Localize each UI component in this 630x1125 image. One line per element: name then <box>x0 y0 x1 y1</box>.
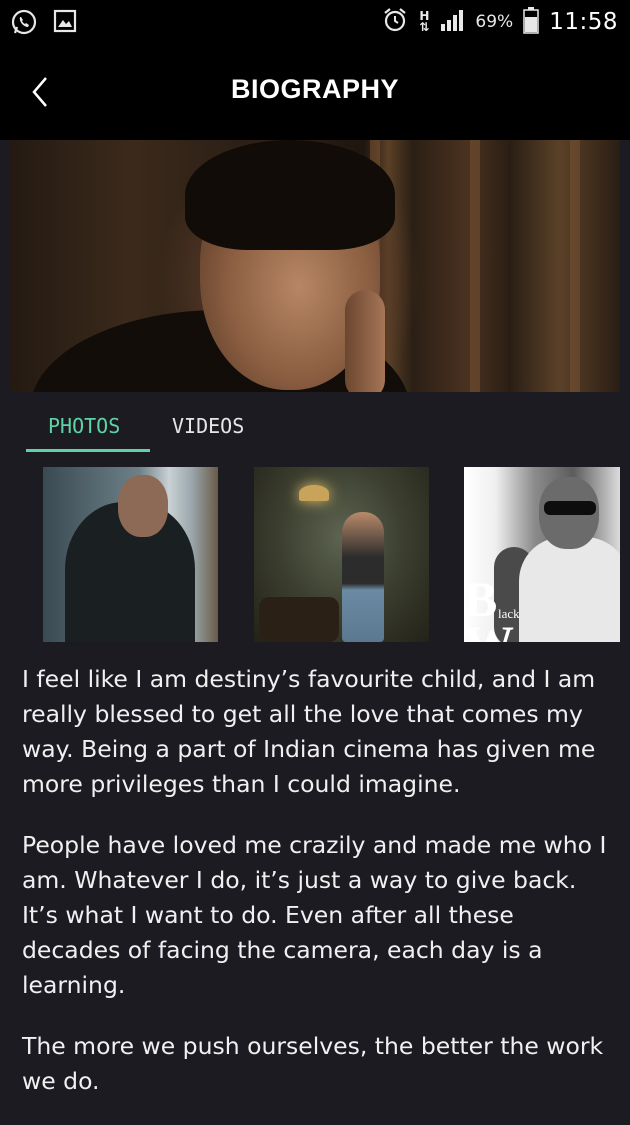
whatsapp-icon <box>10 8 38 40</box>
bio-paragraph: The more we push ourselves, the better t… <box>22 1032 604 1095</box>
active-tab-indicator <box>26 449 150 452</box>
alarm-icon <box>381 6 409 38</box>
thumbnail-overlay-word: lack <box>498 606 520 621</box>
thumbnail-face <box>118 475 168 537</box>
photo-thumbnail[interactable] <box>254 467 429 642</box>
sunglasses <box>544 501 596 515</box>
hero-background-bar <box>470 140 480 392</box>
tab-videos[interactable]: VIDEOS <box>172 414 244 438</box>
bio-paragraph: People have loved me crazily and made me… <box>22 831 607 999</box>
biography-text: I feel like I am destiny’s favourite chi… <box>22 662 612 1125</box>
tab-photos[interactable]: PHOTOS <box>48 414 120 438</box>
hero-image <box>10 140 620 392</box>
media-tabs: PHOTOS VIDEOS <box>0 392 630 452</box>
thumbnail-bike <box>259 597 339 642</box>
thumbnail-torso <box>519 537 620 642</box>
thumbnail-figure <box>342 512 384 642</box>
gallery-icon <box>52 8 78 40</box>
thumbnail-lamp <box>299 485 329 501</box>
notification-icons <box>10 8 78 40</box>
hero-hand <box>345 290 385 392</box>
system-icons: H ⇅ 69% 11:58 <box>381 6 618 38</box>
bio-paragraph: I feel like I am destiny’s favourite chi… <box>22 665 596 798</box>
photo-thumbnail[interactable] <box>43 467 218 642</box>
app-header: BIOGRAPHY <box>0 46 630 140</box>
hero-hair <box>185 140 395 250</box>
hero-background-bar <box>570 140 580 392</box>
battery-icon <box>523 6 539 38</box>
photo-thumbnail[interactable]: BW lack <box>464 467 620 642</box>
network-type-indicator: H ⇅ <box>419 9 430 34</box>
status-bar: H ⇅ 69% 11:58 <box>0 0 630 46</box>
page-title: BIOGRAPHY <box>230 74 400 104</box>
photo-carousel: BW lack <box>0 467 630 642</box>
clock: 11:58 <box>549 9 618 35</box>
battery-percent: 69% <box>475 12 514 32</box>
signal-icon <box>439 8 465 36</box>
